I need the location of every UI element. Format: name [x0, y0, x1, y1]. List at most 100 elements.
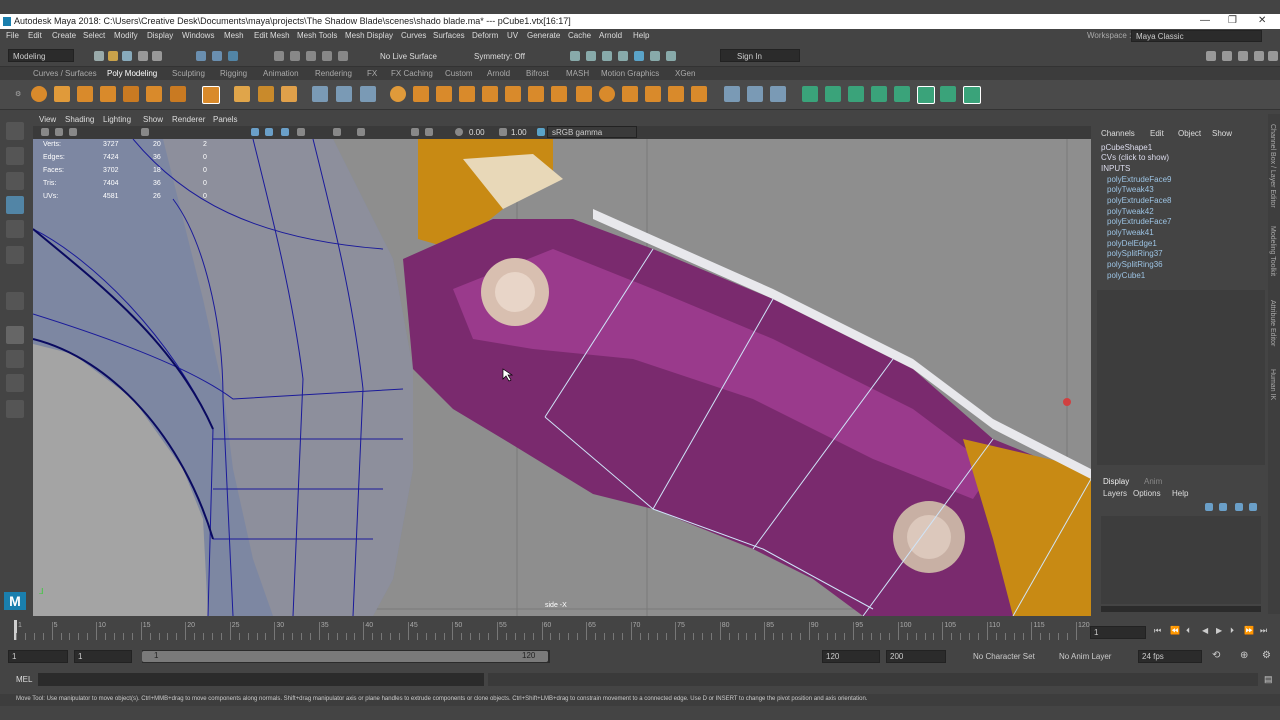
- range-bar[interactable]: 1 120: [142, 650, 550, 663]
- shelf-tab-mash[interactable]: MASH: [566, 69, 589, 78]
- tool-settings-icon[interactable]: [1254, 51, 1264, 61]
- cb-input-item[interactable]: polyExtrudeFace9: [1107, 175, 1171, 184]
- fps-dropdown[interactable]: 24 fps: [1138, 650, 1202, 663]
- append-icon[interactable]: [528, 86, 544, 102]
- menu-file[interactable]: File: [6, 31, 19, 40]
- menu-arnold[interactable]: Arnold: [599, 31, 622, 40]
- poly-pyramid-icon[interactable]: [234, 86, 250, 102]
- character-set-dropdown[interactable]: No Character Set: [973, 652, 1035, 661]
- menu-surfaces[interactable]: Surfaces: [433, 31, 465, 40]
- triangulate-icon[interactable]: [645, 86, 661, 102]
- cut-uv-icon[interactable]: [917, 86, 935, 104]
- new-layer-icon[interactable]: [1235, 503, 1243, 511]
- grid-icon[interactable]: [141, 128, 149, 136]
- insert-edge-loop-icon[interactable]: [747, 86, 763, 102]
- center-pivot-icon[interactable]: [691, 86, 707, 102]
- single-perspective-layout-icon[interactable]: [6, 326, 24, 344]
- layer-tab-anim[interactable]: Anim: [1144, 477, 1162, 486]
- menu-edit-mesh[interactable]: Edit Mesh: [254, 31, 290, 40]
- redo-icon[interactable]: [152, 51, 162, 61]
- save-scene-icon[interactable]: [122, 51, 132, 61]
- select-object-icon[interactable]: [212, 51, 222, 61]
- four-view-layout-icon[interactable]: [6, 350, 24, 368]
- new-scene-icon[interactable]: [94, 51, 104, 61]
- go-to-end-icon[interactable]: ⏭: [1260, 626, 1267, 636]
- select-component-icon[interactable]: [228, 51, 238, 61]
- collapse-icon[interactable]: [576, 86, 592, 102]
- outliner-layout-icon[interactable]: [6, 400, 24, 418]
- shelf-tab-rigging[interactable]: Rigging: [220, 69, 247, 78]
- bevel-icon[interactable]: [505, 86, 521, 102]
- quadrangulate-icon[interactable]: [668, 86, 684, 102]
- uv-editor-icon[interactable]: [802, 86, 818, 102]
- last-tool-icon[interactable]: [6, 292, 24, 310]
- layer-move-down-icon[interactable]: [1219, 503, 1227, 511]
- anim-prefs-icon[interactable]: ⚙: [1262, 650, 1271, 661]
- anim-layer-dropdown[interactable]: No Anim Layer: [1059, 652, 1111, 661]
- mirror-icon[interactable]: [436, 86, 452, 102]
- step-forward-frame-icon[interactable]: ⏵: [1230, 626, 1234, 636]
- menu-set-dropdown[interactable]: Modeling: [8, 49, 74, 62]
- playback-start-field[interactable]: 1: [74, 650, 132, 663]
- shelf-tab-poly-modeling[interactable]: Poly Modeling: [107, 69, 157, 78]
- combine-icon[interactable]: [336, 86, 352, 102]
- side-tab-channel-box[interactable]: Channel Box / Layer Editor: [1269, 124, 1276, 208]
- target-weld-icon[interactable]: [770, 86, 786, 102]
- cb-input-item[interactable]: polyTweak41: [1107, 228, 1154, 237]
- symmetry-dropdown[interactable]: Symmetry: Off: [474, 52, 525, 61]
- reduce-icon[interactable]: [622, 86, 638, 102]
- render-settings-icon[interactable]: [570, 51, 580, 61]
- cb-input-item[interactable]: polyTweak43: [1107, 185, 1154, 194]
- unfold-uv-icon[interactable]: [963, 86, 981, 104]
- cb-shape-name[interactable]: pCubeShape1: [1101, 143, 1152, 152]
- menu-select[interactable]: Select: [83, 31, 105, 40]
- camera-attributes-icon[interactable]: [41, 128, 49, 136]
- snap-surface-icon[interactable]: [338, 51, 348, 61]
- step-back-frame-icon[interactable]: ⏴: [1186, 626, 1190, 636]
- poly-cube-icon[interactable]: [54, 86, 70, 102]
- menu-mesh[interactable]: Mesh: [224, 31, 244, 40]
- menu-create[interactable]: Create: [52, 31, 76, 40]
- cb-menu-show[interactable]: Show: [1212, 129, 1232, 138]
- poly-disc-icon[interactable]: [170, 86, 186, 102]
- svg-icon[interactable]: [281, 86, 297, 102]
- smooth-icon[interactable]: [390, 86, 406, 102]
- pause-render-icon[interactable]: [666, 51, 676, 61]
- multi-cut-icon[interactable]: [724, 86, 740, 102]
- isolate-select-icon[interactable]: [333, 128, 341, 136]
- cb-input-item[interactable]: polyCube1: [1107, 271, 1145, 280]
- image-plane-icon[interactable]: [69, 128, 77, 136]
- separate-icon[interactable]: [360, 86, 376, 102]
- step-back-key-icon[interactable]: ⏪: [1170, 626, 1180, 635]
- two-pane-layout-icon[interactable]: [6, 374, 24, 392]
- sculpt-icon[interactable]: [312, 86, 328, 102]
- animation-start-field[interactable]: 1: [8, 650, 68, 663]
- hud-icon[interactable]: [411, 128, 419, 136]
- workspace-dropdown[interactable]: Maya Classic: [1131, 30, 1262, 42]
- color-space-dropdown[interactable]: sRGB gamma: [547, 126, 637, 138]
- menu-modify[interactable]: Modify: [114, 31, 138, 40]
- open-scene-icon[interactable]: [108, 51, 118, 61]
- vp-menu-renderer[interactable]: Renderer: [172, 115, 205, 124]
- vp-menu-shading[interactable]: Shading: [65, 115, 94, 124]
- channel-box-icon[interactable]: [1268, 51, 1278, 61]
- layer-move-up-icon[interactable]: [1205, 503, 1213, 511]
- minimize-button[interactable]: —: [1200, 15, 1210, 26]
- move-tool-icon[interactable]: [6, 196, 24, 214]
- time-slider[interactable]: 1 5 10 15 20 25 30 35 40 45 50 55 60 65 70 75 80 85 90 95 10…: [0, 620, 1280, 644]
- shelf-tab-bifrost[interactable]: Bifrost: [526, 69, 549, 78]
- side-tab-attribute-editor[interactable]: Attribute Editor: [1269, 300, 1276, 346]
- exposure-field[interactable]: 0.00: [469, 128, 485, 137]
- loop-icon[interactable]: ⟲: [1212, 650, 1220, 661]
- menu-cache[interactable]: Cache: [568, 31, 591, 40]
- script-editor-icon[interactable]: ▤: [1264, 674, 1273, 685]
- step-forward-key-icon[interactable]: ⏩: [1244, 626, 1254, 635]
- range-handle[interactable]: [142, 651, 548, 662]
- paint-select-tool-icon[interactable]: [6, 172, 24, 190]
- settings-icon[interactable]: [1206, 51, 1216, 61]
- shelf-tab-curves-surfaces[interactable]: Curves / Surfaces: [33, 69, 97, 78]
- shelf-tab-arnold[interactable]: Arnold: [487, 69, 510, 78]
- select-hierarchy-icon[interactable]: [196, 51, 206, 61]
- layer-menu-layers[interactable]: Layers: [1103, 489, 1127, 498]
- lasso-tool-icon[interactable]: [6, 147, 24, 165]
